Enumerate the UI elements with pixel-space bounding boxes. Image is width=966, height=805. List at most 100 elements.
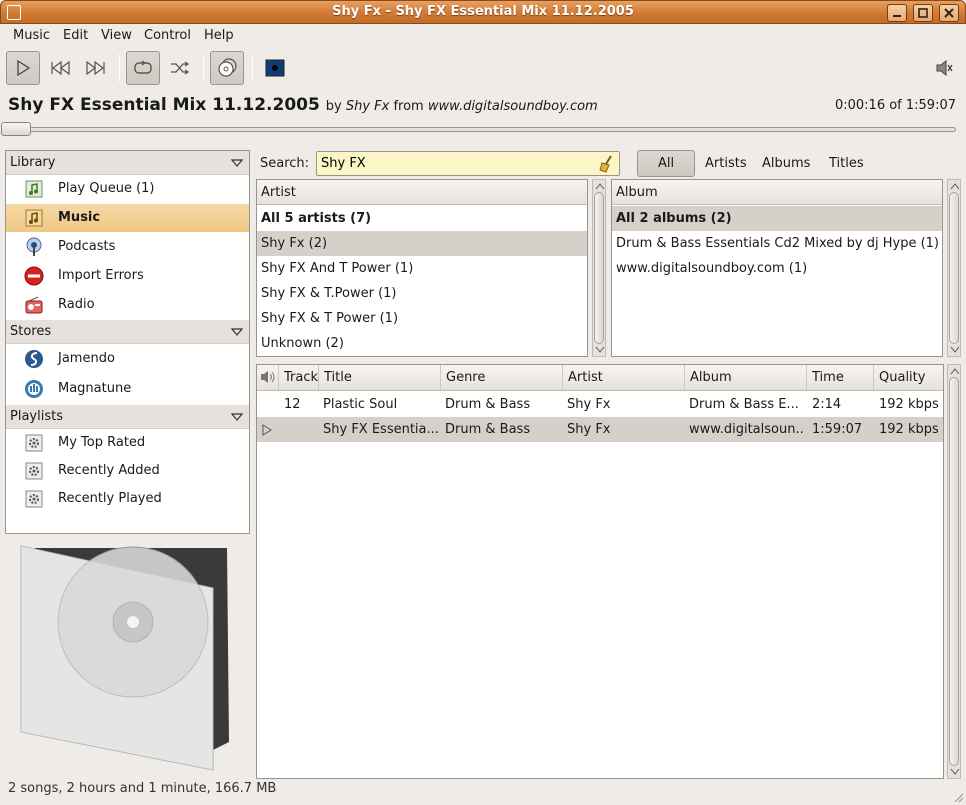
- now-playing-line: Shy FX Essential Mix 11.12.2005 by Shy F…: [8, 95, 598, 115]
- scroll-thumb[interactable]: [594, 192, 604, 344]
- scroll-down-icon[interactable]: [950, 346, 960, 354]
- scroll-thumb[interactable]: [949, 192, 959, 344]
- visualization-icon: [265, 59, 285, 77]
- column-time[interactable]: Time: [807, 365, 874, 390]
- library-header[interactable]: Library: [6, 151, 249, 175]
- artist-scrollbar[interactable]: [592, 179, 606, 357]
- scroll-up-icon[interactable]: [595, 182, 605, 190]
- sidebar-item-play-queue[interactable]: Play Queue (1): [6, 175, 249, 203]
- album-browser: Album All 2 albums (2) Drum & Bass Essen…: [611, 179, 943, 357]
- scroll-down-icon[interactable]: [950, 768, 960, 776]
- menu-music[interactable]: Music: [13, 28, 50, 43]
- menu-control[interactable]: Control: [144, 28, 191, 43]
- sidebar-item-radio[interactable]: Radio: [6, 291, 249, 319]
- scroll-up-icon[interactable]: [950, 182, 960, 190]
- play-button[interactable]: [6, 51, 40, 85]
- column-track[interactable]: Track: [279, 365, 319, 390]
- sidebar-item-jamendo[interactable]: Jamendo: [6, 345, 249, 373]
- play-icon: [17, 59, 31, 77]
- track-row[interactable]: 12 Plastic Soul Drum & Bass Shy Fx Drum …: [257, 392, 943, 417]
- menubar: Music Edit View Control Help: [0, 24, 966, 48]
- sidebar: Library Play Queue (1) Music Podcasts Im…: [5, 150, 250, 534]
- repeat-button[interactable]: [126, 51, 160, 85]
- track-artist: Shy Fx: [567, 422, 611, 437]
- close-button[interactable]: [939, 4, 959, 22]
- column-quality[interactable]: Quality: [874, 365, 943, 390]
- column-label: Genre: [446, 370, 486, 385]
- album-row-label: All 2 albums (2): [616, 211, 732, 226]
- artist-row[interactable]: Shy FX And T Power (1): [257, 256, 587, 281]
- album-row[interactable]: www.digitalsoundboy.com (1): [612, 256, 942, 281]
- column-title[interactable]: Title: [319, 365, 441, 390]
- smart-playlist-icon: [25, 462, 43, 480]
- sidebar-item-podcasts[interactable]: Podcasts: [6, 233, 249, 261]
- sidebar-item-music[interactable]: Music: [6, 204, 249, 232]
- column-playing[interactable]: [257, 365, 279, 390]
- library-header-label: Library: [10, 155, 56, 170]
- filter-titles-button[interactable]: Titles: [829, 156, 864, 171]
- sidebar-item-import-errors[interactable]: Import Errors: [6, 262, 249, 290]
- album-row[interactable]: Drum & Bass Essentials Cd2 Mixed by dj H…: [612, 231, 942, 256]
- sidebar-item-magnatune[interactable]: Magnatune: [6, 375, 249, 403]
- smart-playlist-icon: [25, 434, 43, 452]
- search-input[interactable]: [321, 156, 591, 171]
- maximize-button[interactable]: [913, 4, 933, 22]
- browse-button[interactable]: [210, 51, 244, 85]
- sidebar-item-label: Magnatune: [58, 381, 132, 396]
- album-header-label: Album: [616, 185, 658, 200]
- play-queue-icon: [25, 180, 43, 198]
- filter-all-button[interactable]: All: [637, 150, 695, 177]
- album-row-all[interactable]: All 2 albums (2): [612, 206, 942, 231]
- menu-help[interactable]: Help: [204, 28, 234, 43]
- album-scrollbar[interactable]: [947, 179, 961, 357]
- track-scrollbar[interactable]: [947, 364, 961, 779]
- sidebar-item-my-top-rated[interactable]: My Top Rated: [6, 429, 249, 457]
- scroll-down-icon[interactable]: [595, 346, 605, 354]
- scroll-up-icon[interactable]: [950, 367, 960, 375]
- playlists-header[interactable]: Playlists: [6, 405, 249, 429]
- column-label: Track: [284, 370, 319, 385]
- artist-row[interactable]: Shy FX & T Power (1): [257, 306, 587, 331]
- column-label: Album: [690, 370, 732, 385]
- artist-row[interactable]: Shy FX & T.Power (1): [257, 281, 587, 306]
- track-title: Plastic Soul: [323, 397, 398, 412]
- scroll-thumb[interactable]: [949, 377, 959, 766]
- minimize-button[interactable]: [887, 4, 907, 22]
- clear-brush-icon[interactable]: [599, 155, 615, 173]
- artist-row-label: Shy FX & T Power (1): [261, 311, 399, 326]
- sidebar-item-label: Radio: [58, 297, 95, 312]
- column-label: Time: [812, 370, 844, 385]
- column-artist[interactable]: Artist: [563, 365, 685, 390]
- sidebar-item-recently-added[interactable]: Recently Added: [6, 457, 249, 485]
- resize-grip-icon[interactable]: [952, 791, 964, 803]
- previous-button[interactable]: [43, 51, 77, 85]
- album-column-header[interactable]: Album: [612, 180, 942, 205]
- column-label: Title: [324, 370, 352, 385]
- now-playing-album: www.digitalsoundboy.com: [427, 99, 598, 114]
- filter-artists-button[interactable]: Artists: [705, 156, 747, 171]
- previous-icon: [51, 61, 70, 75]
- search-field[interactable]: [316, 151, 620, 176]
- artist-row[interactable]: Shy Fx (2): [257, 231, 587, 256]
- speaker-icon: [261, 371, 275, 383]
- column-genre[interactable]: Genre: [441, 365, 563, 390]
- filter-albums-button[interactable]: Albums: [762, 156, 810, 171]
- shuffle-button[interactable]: [163, 51, 197, 85]
- column-album[interactable]: Album: [685, 365, 807, 390]
- volume-button[interactable]: [928, 51, 962, 85]
- menu-edit[interactable]: Edit: [63, 28, 88, 43]
- track-row[interactable]: Shy FX Essentia... Drum & Bass Shy Fx ww…: [257, 417, 943, 442]
- seek-bar[interactable]: [10, 127, 956, 132]
- artist-row-all[interactable]: All 5 artists (7): [257, 206, 587, 231]
- menu-view[interactable]: View: [101, 28, 132, 43]
- track-time: 1:59:07: [812, 422, 863, 437]
- artist-row[interactable]: Unknown (2): [257, 331, 587, 356]
- stores-header[interactable]: Stores: [6, 320, 249, 344]
- sidebar-item-label: Recently Played: [58, 491, 162, 506]
- seek-handle[interactable]: [1, 122, 31, 136]
- sidebar-item-recently-played[interactable]: Recently Played: [6, 485, 249, 513]
- by-word: by: [325, 99, 342, 114]
- next-button[interactable]: [79, 51, 113, 85]
- visualization-button[interactable]: [258, 51, 292, 85]
- artist-column-header[interactable]: Artist: [257, 180, 587, 205]
